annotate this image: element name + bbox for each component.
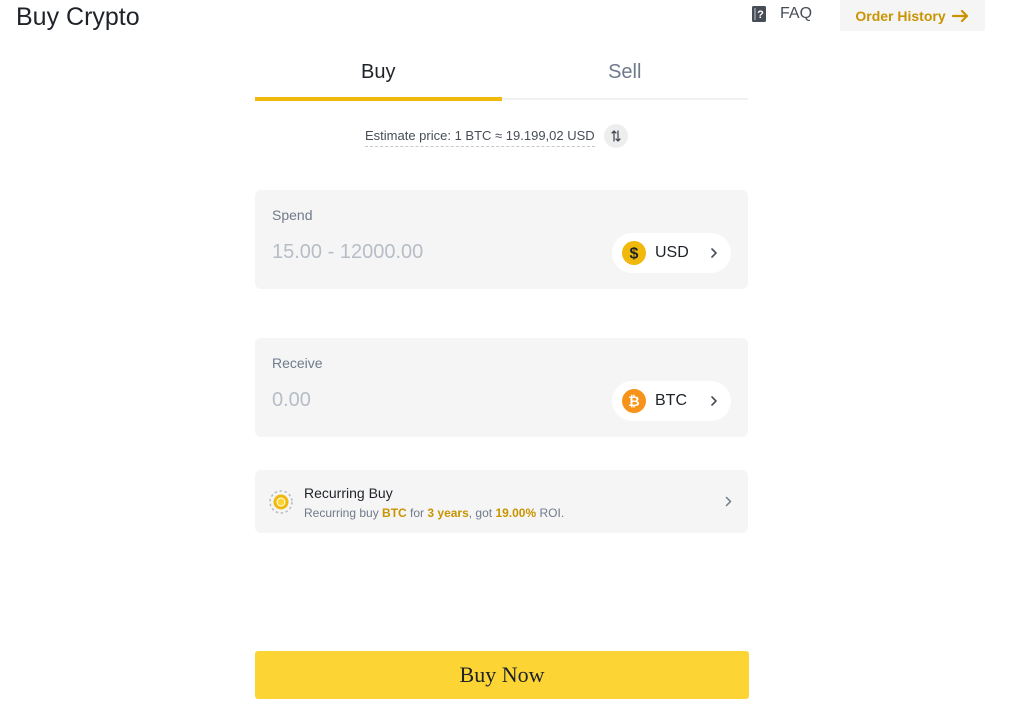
recurring-desc-for: for	[406, 506, 428, 520]
estimate-price: Estimate price: 1 BTC ≈ 19.199,02 USD	[365, 124, 628, 148]
receive-box: Receive ₿ BTC	[255, 338, 748, 437]
arrow-right-icon	[951, 9, 968, 22]
spend-currency-selector[interactable]: $ USD	[612, 233, 731, 273]
order-history-button[interactable]: Order History	[840, 0, 985, 31]
recurring-period: 3 years	[427, 506, 469, 520]
recurring-buy-description: Recurring buy BTC for 3 years, got 19.00…	[304, 506, 564, 520]
swap-button[interactable]	[603, 124, 628, 148]
chevron-right-icon	[725, 496, 732, 507]
receive-label: Receive	[272, 355, 323, 371]
recurring-desc-prefix: Recurring buy	[304, 506, 383, 520]
svg-text:₿: ₿	[628, 393, 639, 409]
faq-label: FAQ	[780, 5, 813, 22]
tab-buy[interactable]: Buy	[255, 56, 502, 101]
svg-text:?: ?	[757, 9, 764, 21]
estimate-price-text[interactable]: Estimate price: 1 BTC ≈ 19.199,02 USD	[365, 126, 595, 147]
chevron-right-icon	[711, 248, 717, 258]
usd-coin-icon: $	[622, 241, 646, 265]
receive-currency-selector[interactable]: ₿ BTC	[612, 381, 731, 421]
chevron-right-icon	[711, 396, 717, 406]
btc-coin-icon: ₿	[622, 389, 646, 413]
spend-currency-code: USD	[655, 244, 689, 261]
faq-book-icon: ?	[752, 6, 766, 22]
recurring-roi: 19.00%	[495, 506, 537, 520]
tab-sell[interactable]: Sell	[502, 56, 749, 98]
recurring-buy-card[interactable]: Recurring Buy Recurring buy BTC for 3 ye…	[255, 470, 748, 533]
faq-link[interactable]: ? FAQ	[750, 5, 812, 23]
buy-crypto-page: Buy Crypto ? FAQ Order History Buy Sell …	[0, 0, 1024, 710]
spend-label: Spend	[272, 207, 313, 223]
receive-amount-input[interactable]	[272, 389, 592, 412]
page-title: Buy Crypto	[16, 3, 140, 31]
recurring-asset: BTC	[382, 506, 407, 520]
order-history-label: Order History	[855, 7, 946, 24]
receive-currency-code: BTC	[655, 392, 687, 409]
svg-text:$: $	[630, 246, 639, 263]
recurring-desc-got: , got	[468, 506, 496, 520]
recurring-desc-suffix: ROI.	[536, 506, 565, 520]
swap-arrows-icon	[611, 130, 621, 142]
buy-sell-tabs: Buy Sell	[255, 56, 749, 101]
buy-now-button[interactable]: Buy Now	[255, 651, 749, 699]
spend-box: Spend $ USD	[255, 190, 748, 289]
recurring-coin-icon	[269, 490, 293, 514]
spend-amount-input[interactable]	[272, 241, 592, 264]
recurring-buy-title: Recurring Buy	[304, 485, 393, 501]
